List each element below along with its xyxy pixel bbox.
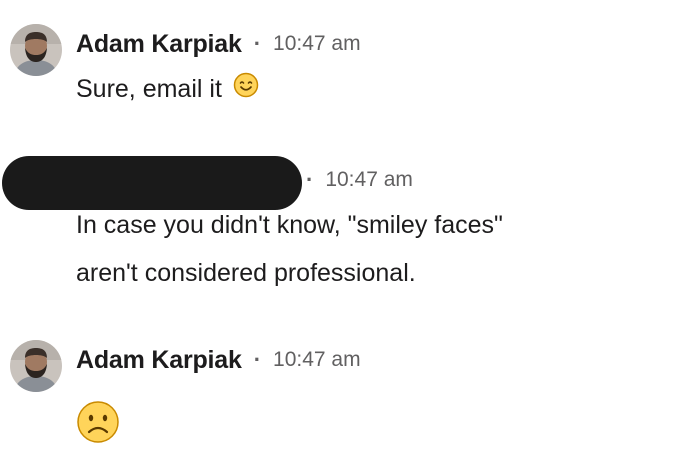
separator: ·	[306, 167, 314, 192]
message-header: Adam Karpiak · 10:47 am	[76, 26, 361, 62]
message-text-line-2: aren't considered professional.	[76, 259, 416, 287]
message-header: Adam Karpiak · 10:47 am	[76, 342, 361, 378]
message-text-content: Sure, email it	[76, 75, 222, 103]
message-text-line-1: In case you didn't know, "smiley faces"	[76, 211, 503, 239]
author-name[interactable]: Adam Karpiak	[76, 346, 242, 375]
message-header: · 10:47 am	[300, 162, 413, 198]
avatar[interactable]	[10, 24, 62, 76]
message-text: Sure, email it	[76, 70, 259, 109]
author-name[interactable]: Adam Karpiak	[76, 30, 242, 59]
frowning-face-icon	[76, 400, 120, 455]
message-text	[76, 400, 120, 455]
timestamp[interactable]: 10:47 am	[273, 32, 361, 56]
timestamp[interactable]: 10:47 am	[273, 348, 361, 372]
avatar[interactable]	[10, 340, 62, 392]
separator: ·	[253, 347, 262, 372]
smiling-face-icon	[233, 71, 259, 109]
separator: ·	[253, 31, 262, 56]
redacted-author-block	[2, 156, 302, 210]
chat-thread: Adam Karpiak · 10:47 am Sure, email it ·…	[0, 0, 700, 456]
timestamp[interactable]: 10:47 am	[325, 168, 413, 192]
